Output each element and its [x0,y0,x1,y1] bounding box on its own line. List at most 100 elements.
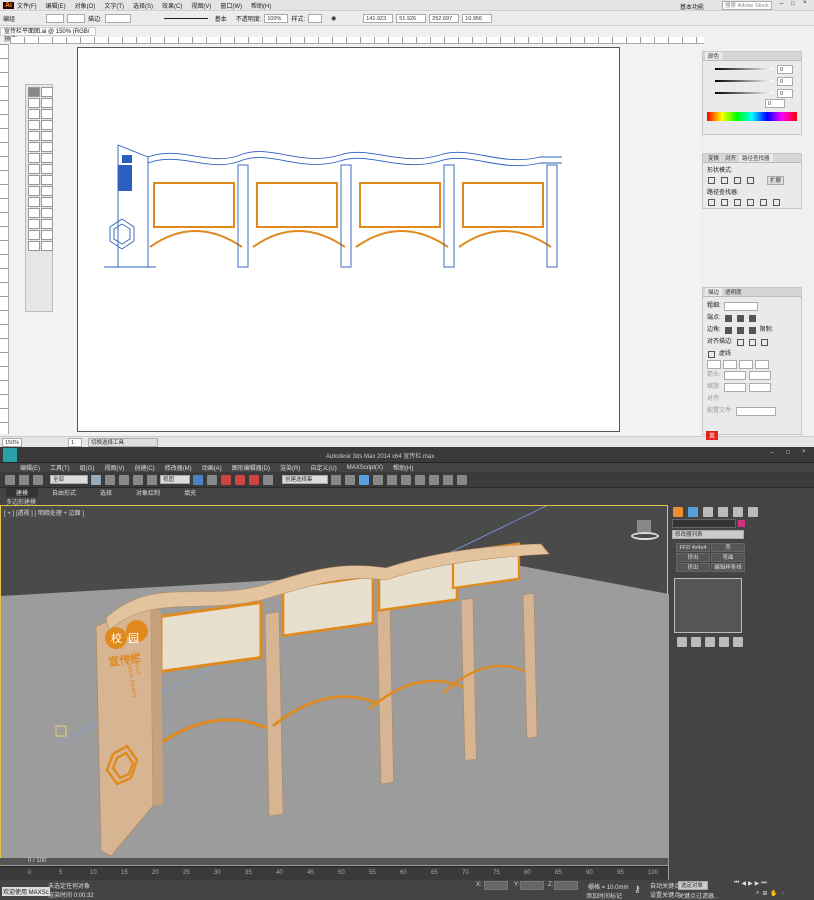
undo-icon[interactable] [5,474,15,485]
material-editor-icon[interactable] [415,474,425,485]
width-tool-icon[interactable] [41,164,53,174]
render-icon[interactable] [457,474,467,485]
ai-bay-arch[interactable] [458,230,552,248]
ai-post[interactable] [237,164,249,268]
ai-bay-frame[interactable] [359,182,441,228]
schematic-view-icon[interactable] [401,474,411,485]
pathfinder-tab-1[interactable]: 对齐 [722,154,739,162]
direct-selection-tool-icon[interactable] [41,87,53,97]
ai-bay-frame[interactable] [153,182,235,228]
stroke-profile[interactable] [163,18,208,19]
type-tool-icon[interactable] [28,120,40,130]
fill-swatch[interactable] [46,14,65,23]
merge-icon[interactable] [734,199,741,206]
profile-select[interactable] [735,406,776,416]
key-icon[interactable]: ⚷ [634,884,641,895]
track-bar[interactable]: 0 5 10 15 20 25 30 35 40 45 50 55 60 65 70 75 80 85 90 95 10… [0,866,668,880]
miter-join-icon[interactable] [724,326,732,334]
ai-menu-1[interactable]: 编辑(E) [46,1,66,10]
dashed-checkbox[interactable] [708,350,715,358]
line-tool-icon[interactable] [41,120,53,130]
max-maximize-icon[interactable]: □ [786,450,790,456]
object-name-field[interactable] [672,519,736,528]
pathfinder-tab-0[interactable]: 变换 [705,154,722,162]
modifier-button-5[interactable]: 编辑样条线 [711,563,745,572]
exclude-icon[interactable] [747,177,754,184]
max-menu-2[interactable]: 组(G) [80,463,95,472]
move-icon[interactable] [133,474,143,485]
align-icon[interactable] [345,474,355,485]
stroke-tab-0[interactable]: 描边 [705,288,723,296]
go-to-start-icon[interactable]: ⏮ [734,880,739,887]
h-input[interactable]: 10.956 [462,14,493,23]
rotate-tool-icon[interactable] [41,153,53,163]
divide-icon[interactable] [708,199,715,206]
x-coord-field[interactable] [484,881,508,890]
pivot-icon[interactable] [193,474,203,485]
bevel-join-icon[interactable] [748,326,756,334]
dash-field-1[interactable] [707,360,721,369]
zoom2-tool-icon[interactable] [41,241,53,251]
max-menu-6[interactable]: 动画(A) [202,463,222,472]
color-value-field[interactable]: 0 [777,64,793,74]
y-input[interactable]: 51.926 [396,14,427,23]
layer-manager-icon[interactable] [373,474,383,485]
mirror-icon[interactable] [331,474,341,485]
eyedropper-tool-icon[interactable] [41,197,53,207]
selection-filter[interactable]: 全部 [50,475,88,484]
modify-tab-icon[interactable] [688,507,698,517]
prev-frame-icon[interactable]: ◀ [741,880,746,887]
max-menu-5[interactable]: 修改器(M) [165,463,192,472]
dash-field-2[interactable] [739,360,753,369]
gradient-tool-icon[interactable] [28,197,40,207]
maxscript-listener[interactable]: 欢迎使用 MAXSc [2,887,50,896]
scene-render[interactable]: 校园 宣传栏 Campus Bulletin board [1,506,669,900]
symbol-sprayer-tool-icon[interactable] [41,208,53,218]
snap-toggle-icon[interactable] [221,474,231,485]
ref-coord-system[interactable]: 视图 [160,475,190,484]
gap-field-2[interactable] [755,360,769,369]
ribbon-tab-3[interactable]: 对象绘制 [126,488,170,497]
curvature-tool-icon[interactable] [41,109,53,119]
configure-sets-icon[interactable] [733,637,743,647]
stroke-swatch[interactable] [67,14,86,23]
pencil-tool-icon[interactable] [41,142,53,152]
intersect-icon[interactable] [734,177,741,184]
document-tab[interactable]: 宣传栏平面图.ai @ 150% (RGB/预览) [0,27,96,43]
bulletin-board-plan[interactable] [100,135,570,275]
butt-cap-icon[interactable] [724,314,732,322]
eraser-tool-icon[interactable] [28,153,40,163]
expand-button[interactable]: 扩展 [767,176,785,185]
color-panel-tab[interactable]: 颜色 [705,52,723,60]
spinner-snap-icon[interactable] [263,474,273,485]
perspective-viewport[interactable]: [ + ] [透视 ] [ 明暗处理 + 边面 ] 校园 宣传栏 Campus … [0,505,669,900]
color-value-field[interactable]: 0 [777,88,793,98]
stroke-weight-input[interactable] [104,14,131,23]
w-input[interactable]: 252.697 [429,14,460,23]
ai-menu-7[interactable]: 窗口(W) [220,1,242,10]
max-menu-9[interactable]: 自定义(U) [310,463,336,472]
max-close-icon[interactable]: × [802,449,806,455]
ribbon-tab-2[interactable]: 选择 [90,488,122,497]
set-key-label[interactable]: 设置关键点 [650,890,680,899]
max-minimize-icon[interactable]: – [770,450,773,456]
utilities-tab-icon[interactable] [748,507,758,517]
minimize-icon[interactable]: – [780,1,783,7]
orbit-icon[interactable]: ◌ [781,891,785,897]
select-by-name-icon[interactable] [105,474,115,485]
pathfinder-tab-2[interactable]: 路径查找器 [739,154,773,162]
hand-tool-icon[interactable] [41,230,53,240]
trim-icon[interactable] [721,199,728,206]
modifier-button-1[interactable]: 壳 [711,543,745,552]
select-region-icon[interactable] [119,474,129,485]
play-icon[interactable]: ▶ [748,880,753,887]
add-time-tag[interactable]: 添加时间标记 [586,891,622,900]
round-join-icon[interactable] [736,326,744,334]
lasso-tool-icon[interactable] [41,98,53,108]
round-cap-icon[interactable] [736,314,744,322]
weight-input[interactable] [723,301,758,311]
show-end-result-icon[interactable] [691,637,701,647]
select-object-icon[interactable] [91,474,101,485]
mesh-tool-icon[interactable] [41,186,53,196]
z-coord-field[interactable] [554,881,578,890]
